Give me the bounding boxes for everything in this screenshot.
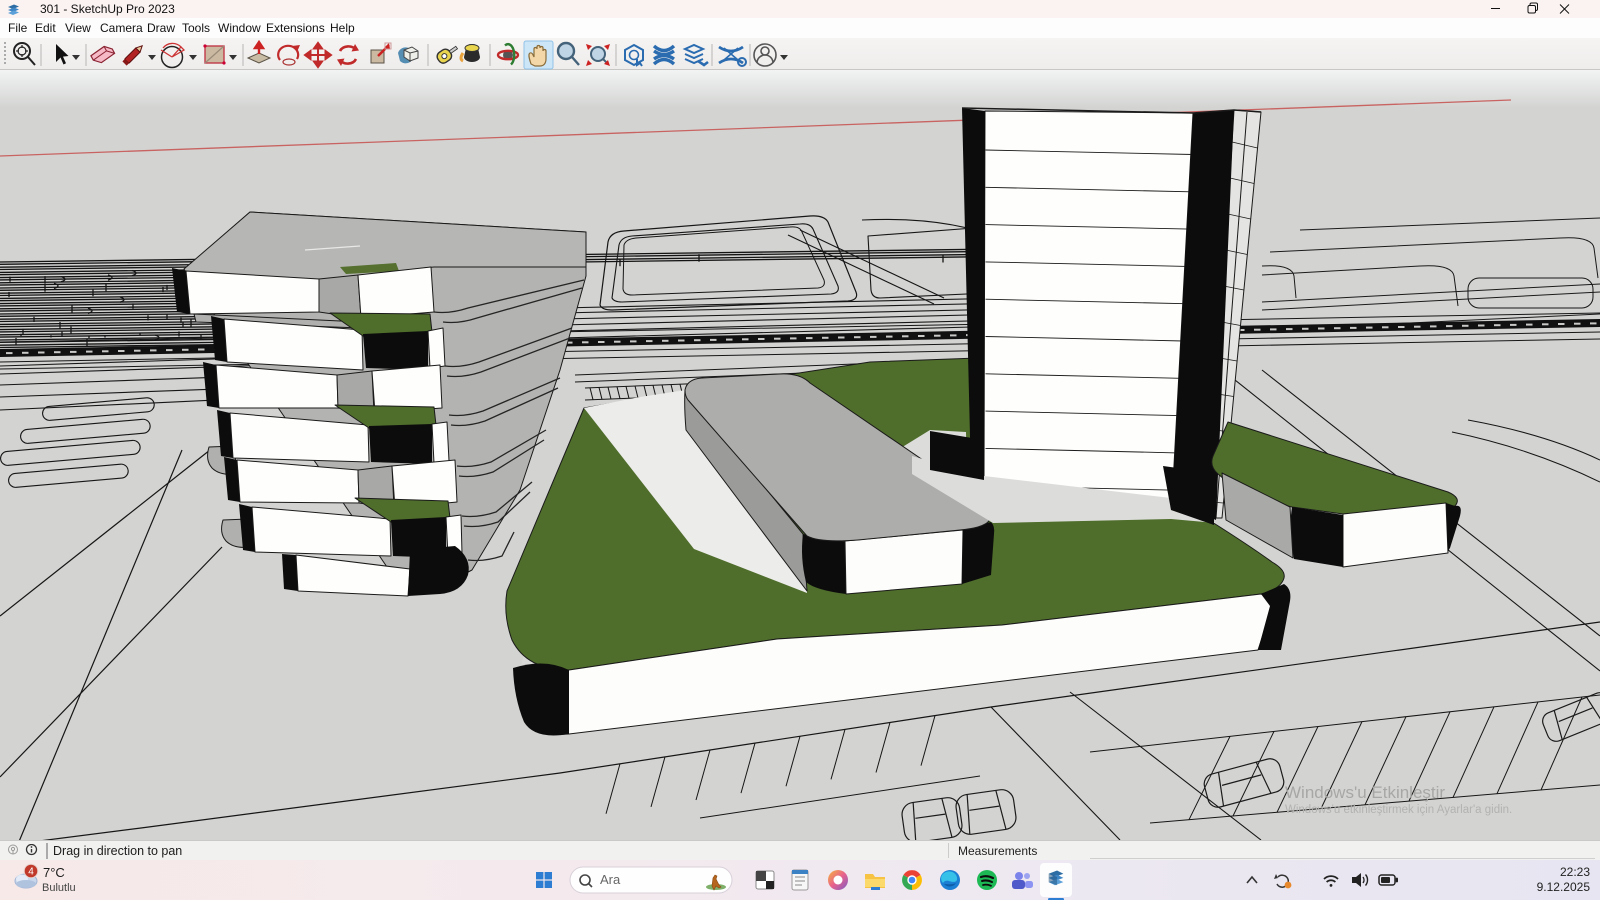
svg-text:Ara: Ara	[600, 872, 621, 887]
svg-text:9.12.2025: 9.12.2025	[1537, 880, 1591, 894]
svg-text:4: 4	[28, 867, 34, 878]
svg-text:7°C: 7°C	[43, 865, 65, 880]
svg-text:22:23: 22:23	[1560, 865, 1590, 879]
svg-text:Bulutlu: Bulutlu	[42, 882, 76, 894]
